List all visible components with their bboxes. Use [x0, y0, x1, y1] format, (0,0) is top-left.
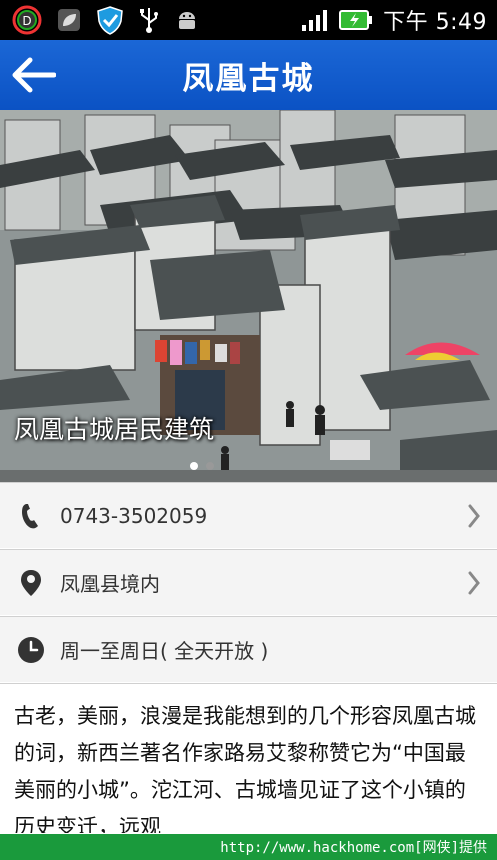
- phone-number: 0743-3502059: [60, 503, 208, 528]
- chevron-right-icon: [468, 571, 480, 595]
- status-left-icons: D: [0, 5, 200, 35]
- hours-row: 周一至周日( 全天开放 ): [0, 616, 497, 682]
- status-bar: D 下午 5:49: [0, 0, 497, 40]
- phone-row[interactable]: 0743-3502059: [0, 482, 497, 548]
- hero-caption: 凤凰古城居民建筑: [14, 415, 215, 444]
- watermark-bar: http://www.hackhome.com[网侠]提供: [0, 834, 497, 860]
- watermark-text: http://www.hackhome.com[网侠]提供: [220, 840, 487, 856]
- battery-icon: [339, 10, 373, 30]
- status-time: 下午 5:49: [383, 10, 487, 35]
- page-title: 凤凰古城: [182, 60, 315, 97]
- status-right-icons: 下午 5:49: [301, 4, 497, 36]
- notification-d-icon: D: [12, 5, 42, 35]
- android-icon: [179, 12, 195, 29]
- opening-hours: 周一至周日( 全天开放 ): [60, 639, 269, 663]
- leaf-icon: [58, 9, 80, 31]
- back-arrow-icon[interactable]: [10, 56, 56, 94]
- hero-image-carousel[interactable]: 凤凰古城居民建筑: [0, 110, 497, 482]
- description-text: 古老，美丽，浪漫是我能想到的几个形容凤凰古城的词，新西兰著名作家路易艾黎称赞它为…: [0, 683, 497, 833]
- address-text: 凤凰县境内: [60, 572, 160, 596]
- shield-icon: [97, 6, 123, 35]
- signal-icon: [302, 10, 328, 31]
- address-row[interactable]: 凤凰县境内: [0, 549, 497, 615]
- carousel-dot: [206, 462, 214, 470]
- usb-icon: [140, 8, 158, 33]
- phone-icon: [16, 501, 46, 531]
- location-pin-icon: [16, 568, 46, 598]
- carousel-dot-active: [190, 462, 198, 470]
- carousel-indicator: [190, 462, 214, 470]
- clock-icon: [16, 635, 46, 665]
- svg-text:D: D: [22, 14, 31, 28]
- header-bar: 凤凰古城: [0, 40, 497, 112]
- chevron-right-icon: [468, 504, 480, 528]
